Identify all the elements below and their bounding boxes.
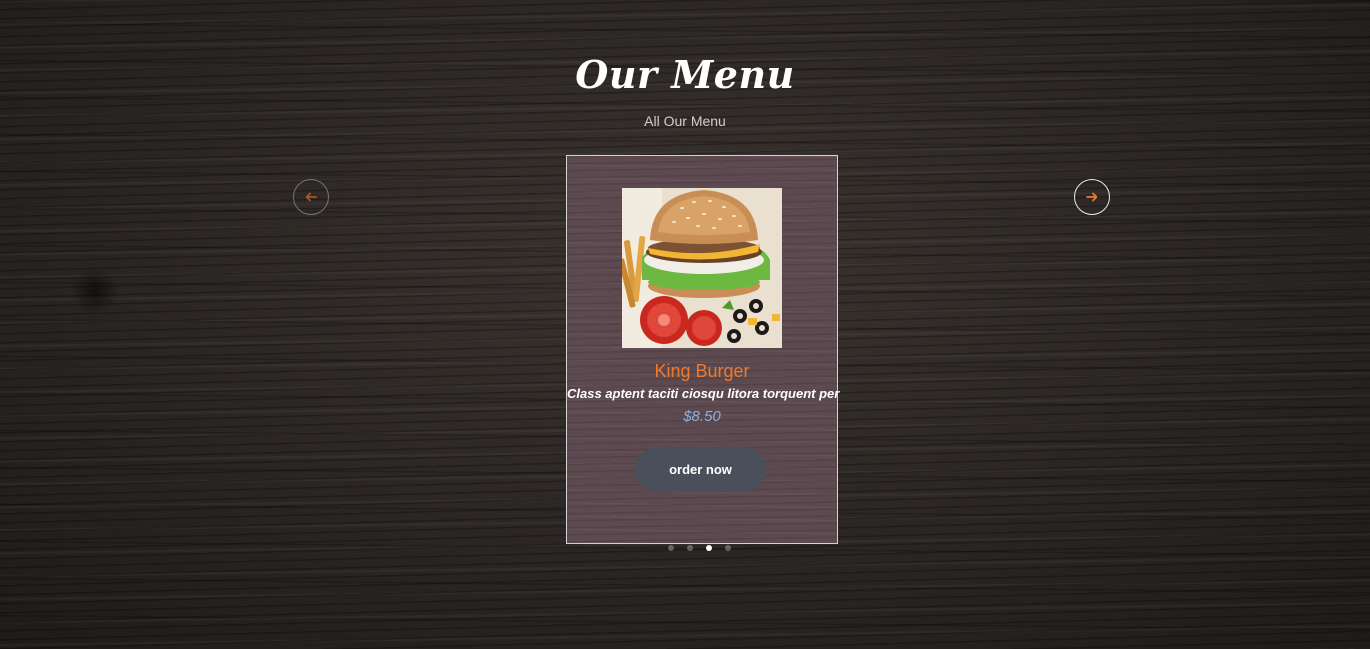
carousel-prev-button[interactable] xyxy=(293,179,329,215)
carousel-dot-4[interactable] xyxy=(725,545,731,551)
order-now-button[interactable]: order now xyxy=(635,447,766,492)
arrow-left-icon xyxy=(305,192,317,202)
menu-card: King Burger Class aptent taciti ciosqu l… xyxy=(566,155,840,544)
section-title: Our Menu xyxy=(575,52,795,97)
carousel-dot-2[interactable] xyxy=(687,545,693,551)
burger-image xyxy=(622,188,782,348)
item-price: $8.50 xyxy=(683,408,721,425)
carousel-dot-3-active[interactable] xyxy=(706,545,712,551)
carousel-dot-1[interactable] xyxy=(668,545,674,551)
item-description: Class aptent taciti ciosqu litora torque… xyxy=(567,386,840,401)
wood-knot xyxy=(70,268,120,314)
item-name: King Burger xyxy=(654,361,750,381)
arrow-right-icon xyxy=(1086,192,1098,202)
carousel-next-button[interactable] xyxy=(1074,179,1110,215)
section-subtitle: All Our Menu xyxy=(644,113,726,129)
carousel-pagination xyxy=(668,545,731,551)
burger-photo-illustration xyxy=(622,188,782,348)
